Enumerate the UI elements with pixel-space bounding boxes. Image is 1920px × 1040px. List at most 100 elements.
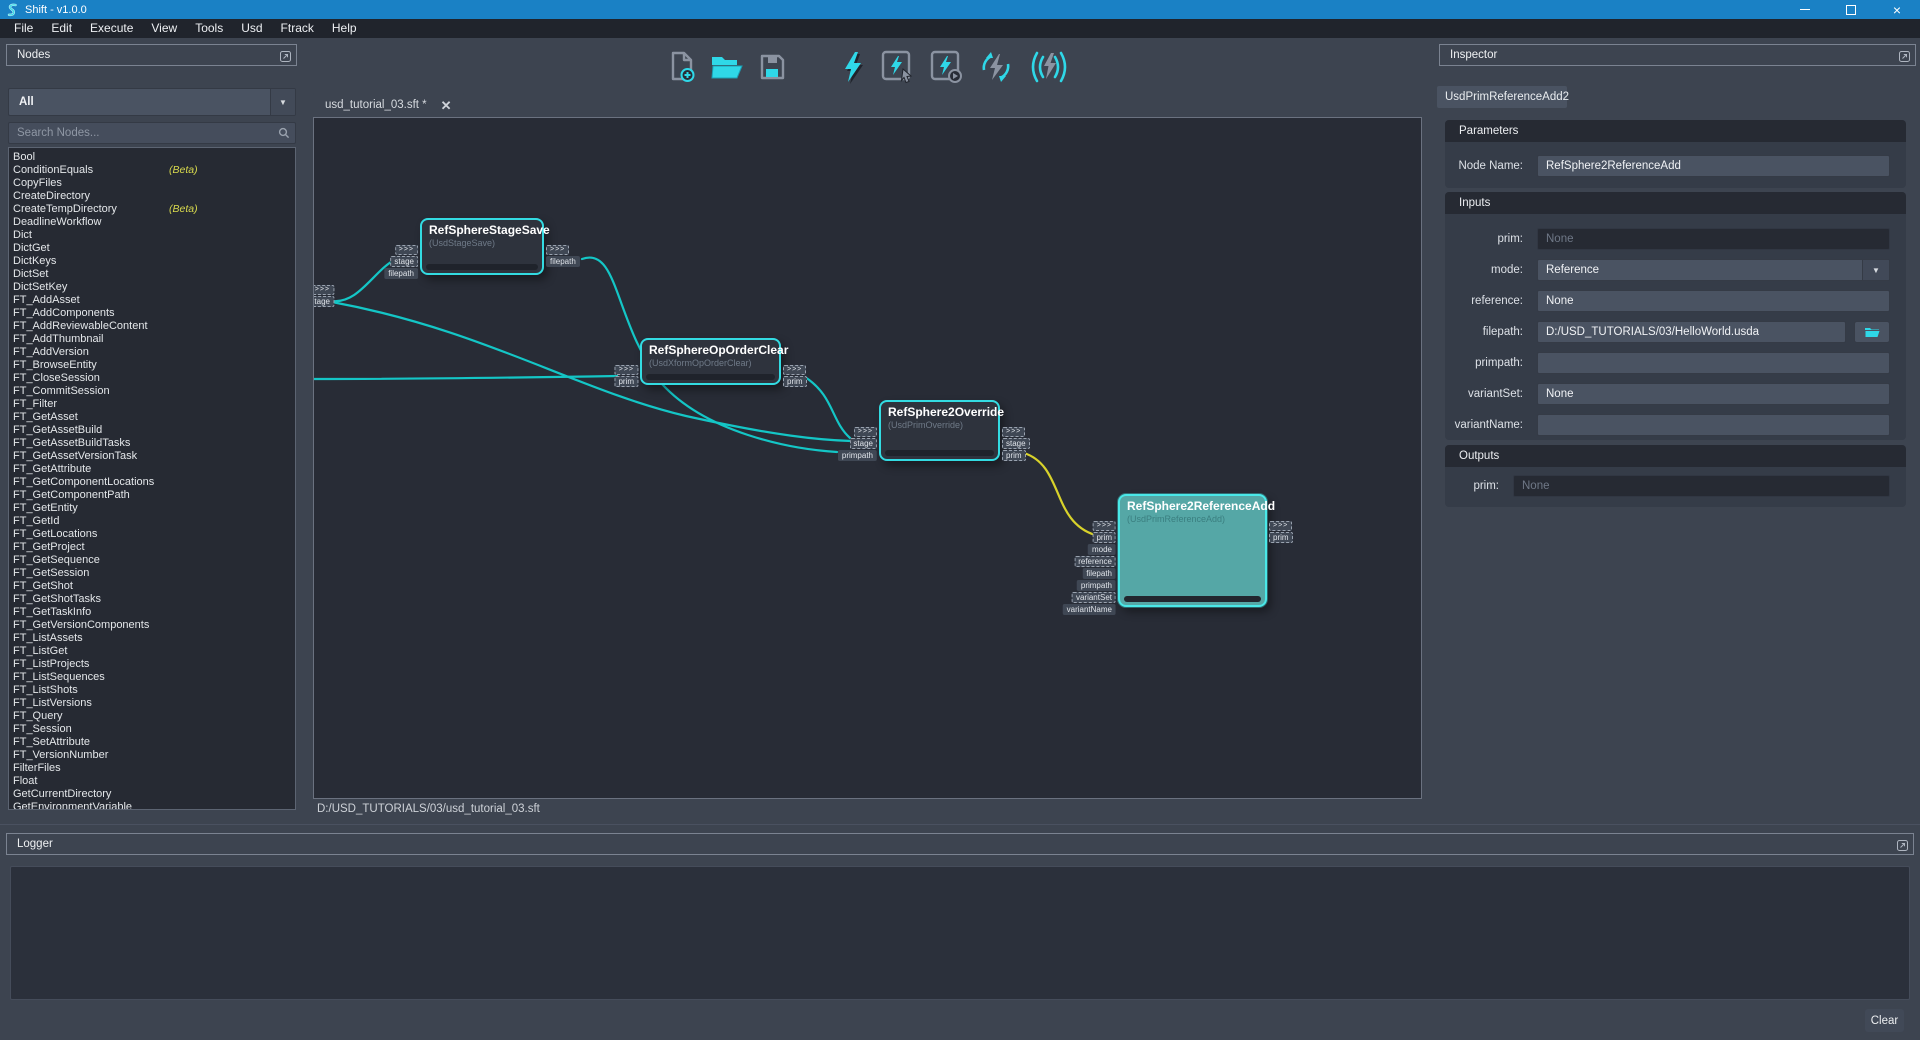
list-item[interactable]: CreateTempDirectory(Beta) [9,203,295,216]
port-prim[interactable]: prim [1092,532,1116,543]
list-item[interactable]: DictSetKey [9,281,295,294]
port-prim[interactable]: prim [1002,450,1026,461]
graph-node-RefSphereOpOrderClear[interactable]: RefSphereOpOrderClear(UsdXformOpOrderCle… [640,338,781,385]
list-item[interactable]: FT_Session [9,723,295,736]
tab-close-icon[interactable]: ✕ [441,99,452,112]
list-item[interactable]: FT_GetSession [9,567,295,580]
list-item[interactable]: FT_ListProjects [9,658,295,671]
popout-icon[interactable] [1897,838,1908,858]
list-item[interactable]: FT_ListShots [9,684,295,697]
list-item[interactable]: GetEnvironmentVariable [9,801,295,810]
field-input[interactable] [1537,352,1890,374]
list-item[interactable]: Bool [9,151,295,164]
browse-file-button[interactable] [1854,321,1890,343]
list-item[interactable]: FT_CommitSession [9,385,295,398]
list-item[interactable]: FT_VersionNumber [9,749,295,762]
maximize-button[interactable] [1828,0,1874,19]
list-item[interactable]: FT_GetAssetBuild [9,424,295,437]
list-item[interactable]: Float [9,775,295,788]
popout-icon[interactable] [1899,49,1910,69]
port-prim[interactable]: prim [783,376,807,387]
menu-item-help[interactable]: Help [323,19,366,38]
menu-item-view[interactable]: View [142,19,186,38]
list-item[interactable]: FT_GetAssetBuildTasks [9,437,295,450]
list-item[interactable]: CopyFiles [9,177,295,190]
re-execute-icon[interactable] [977,48,1015,86]
field-input[interactable] [1537,259,1890,281]
menu-item-file[interactable]: File [5,19,42,38]
graph-node-RefSphere2ReferenceAdd[interactable]: RefSphere2ReferenceAdd(UsdPrimReferenceA… [1118,494,1267,607]
list-item[interactable]: FT_GetComponentLocations [9,476,295,489]
list-item[interactable]: FT_GetVersionComponents [9,619,295,632]
list-item[interactable]: FT_GetAttribute [9,463,295,476]
minimize-button[interactable] [1782,0,1828,19]
list-item[interactable]: FT_GetComponentPath [9,489,295,502]
list-item[interactable]: FT_GetSequence [9,554,295,567]
menu-item-edit[interactable]: Edit [42,19,81,38]
field-input[interactable] [1537,383,1890,405]
list-item[interactable]: FT_GetShotTasks [9,593,295,606]
field-input[interactable] [1537,155,1890,177]
port-stage[interactable]: stage [849,438,877,449]
document-tab[interactable]: usd_tutorial_03.sft * ✕ [313,93,464,117]
execute-to-node-icon[interactable] [928,48,964,86]
list-item[interactable]: FT_AddVersion [9,346,295,359]
list-item[interactable]: FT_SetAttribute [9,736,295,749]
port-variantSet[interactable]: variantSet [1072,592,1116,603]
list-item[interactable]: DictSet [9,268,295,281]
list-item[interactable]: FT_GetEntity [9,502,295,515]
list-item[interactable]: FT_GetAsset [9,411,295,424]
list-item[interactable]: ConditionEquals(Beta) [9,164,295,177]
port-filepath[interactable]: filepath [1082,568,1116,579]
list-item[interactable]: FT_ListGet [9,645,295,658]
list-item[interactable]: DictKeys [9,255,295,268]
chevron-down-icon[interactable]: ▼ [1862,260,1889,280]
list-item[interactable]: Dict [9,229,295,242]
list-item[interactable]: FT_ListVersions [9,697,295,710]
port-filepath[interactable]: filepath [384,268,418,279]
field-input[interactable] [1537,290,1890,312]
list-item[interactable]: FT_AddThumbnail [9,333,295,346]
list-item[interactable]: FilterFiles [9,762,295,775]
menu-item-tools[interactable]: Tools [186,19,232,38]
port-reference[interactable]: reference [1074,556,1116,567]
node-graph-canvas[interactable]: >>>stageRefSphereStageSave(UsdStageSave)… [313,117,1422,799]
field-input[interactable] [1537,321,1846,343]
execute-selected-icon[interactable] [879,48,915,86]
list-item[interactable]: FT_GetAssetVersionTask [9,450,295,463]
list-item[interactable]: FT_GetTaskInfo [9,606,295,619]
search-input[interactable] [8,122,296,144]
list-item[interactable]: FT_CloseSession [9,372,295,385]
list-item[interactable]: FT_GetLocations [9,528,295,541]
execute-icon[interactable] [838,48,866,86]
list-item[interactable]: FT_AddAsset [9,294,295,307]
menu-item-usd[interactable]: Usd [232,19,271,38]
menu-item-execute[interactable]: Execute [81,19,142,38]
port-prim[interactable]: prim [1269,532,1293,543]
popout-icon[interactable] [280,49,291,69]
port-mode[interactable]: mode [1088,544,1116,555]
list-item[interactable]: FT_AddReviewableContent [9,320,295,333]
menu-item-ftrack[interactable]: Ftrack [272,19,323,38]
list-item[interactable]: FT_Query [9,710,295,723]
open-scene-icon[interactable] [710,53,744,81]
list-item[interactable]: FT_GetShot [9,580,295,593]
port-filepath[interactable]: filepath [546,256,580,267]
clear-log-button[interactable]: Clear [1865,1009,1904,1032]
port-prim[interactable]: prim [614,376,638,387]
list-item[interactable]: CreateDirectory [9,190,295,203]
list-item[interactable]: FT_BrowseEntity [9,359,295,372]
field-input[interactable] [1537,414,1890,436]
new-scene-icon[interactable] [667,50,697,84]
port-stage[interactable]: stage [1002,438,1030,449]
graph-node-RefSphereStageSave[interactable]: RefSphereStageSave(UsdStageSave) [420,218,544,275]
graph-node-RefSphere2Override[interactable]: RefSphere2Override(UsdPrimOverride) [879,400,1000,461]
close-button[interactable]: × [1874,0,1920,19]
port-stage[interactable]: stage [390,256,418,267]
list-item[interactable]: FT_ListSequences [9,671,295,684]
list-item[interactable]: FT_AddComponents [9,307,295,320]
list-item[interactable]: FT_GetProject [9,541,295,554]
list-item[interactable]: FT_ListAssets [9,632,295,645]
list-item[interactable]: FT_Filter [9,398,295,411]
list-item[interactable]: DictGet [9,242,295,255]
